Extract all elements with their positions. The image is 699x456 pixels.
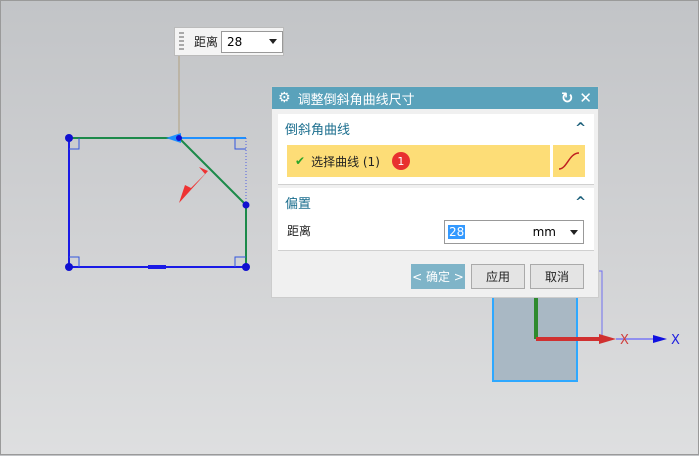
x-axis-label: X: [620, 333, 629, 348]
section-title: 倒斜角曲线: [285, 122, 351, 138]
cancel-button[interactable]: 取消: [530, 264, 584, 289]
chevron-down-icon[interactable]: [570, 229, 578, 235]
close-icon[interactable]: ✕: [579, 89, 592, 107]
distance-value: 28: [448, 225, 466, 239]
section-offset: 偏置 ^ 距离 28 mm: [278, 188, 594, 251]
section-header[interactable]: 偏置 ^: [278, 188, 594, 216]
popup-distance-select[interactable]: 28: [221, 30, 283, 53]
chevron-up-icon[interactable]: ^: [575, 121, 586, 136]
step-badge: 1: [391, 152, 410, 170]
sketch-points: [65, 134, 250, 271]
gear-icon[interactable]: ⚙: [278, 90, 291, 106]
x-arrowhead: [599, 334, 616, 344]
drag-handle[interactable]: [179, 31, 184, 52]
perpendicular-marks: [69, 138, 246, 267]
section-title: 偏置: [285, 196, 312, 212]
chevron-up-icon[interactable]: ^: [575, 195, 586, 210]
unit-label: mm: [532, 225, 556, 239]
distance-popup: 距离 28: [174, 27, 284, 56]
wcs-x-arrowhead: [653, 335, 667, 343]
red-pointer-arrow: [179, 167, 208, 203]
curve-select-button[interactable]: [553, 145, 585, 177]
section-header[interactable]: 倒斜角曲线 ^: [278, 114, 594, 142]
check-icon: ✔: [295, 154, 306, 168]
chamfer-line: [178, 137, 247, 206]
apply-button[interactable]: 应用: [471, 264, 525, 289]
select-curve-row[interactable]: ✔ 选择曲线 (1) 1: [287, 145, 550, 177]
chamfer-dialog: ⚙ 调整倒斜角曲线尺寸 ↻ ✕ 倒斜角曲线 ^ ✔ 选择曲线 (1) 1 偏置 ^ …: [271, 86, 599, 298]
sketch-rectangle: [68, 138, 247, 268]
wcs-x-label: X: [671, 333, 680, 348]
select-curve-label: 选择曲线 (1): [311, 154, 380, 169]
dialog-title: 调整倒斜角曲线尺寸: [297, 92, 415, 108]
popup-distance-label: 距离: [194, 35, 219, 49]
chevron-down-icon: [269, 39, 277, 44]
distance-label: 距离: [287, 224, 312, 238]
curve-icon: [558, 152, 580, 170]
popup-distance-value: 28: [227, 34, 243, 49]
section-chamfer-curve: 倒斜角曲线 ^ ✔ 选择曲线 (1) 1: [278, 114, 594, 185]
ok-button[interactable]: < 确定 >: [411, 264, 465, 289]
reset-icon[interactable]: ↻: [561, 89, 574, 107]
distance-input[interactable]: 28 mm: [444, 220, 584, 244]
dialog-titlebar: ⚙ 调整倒斜角曲线尺寸 ↻ ✕: [272, 87, 598, 109]
